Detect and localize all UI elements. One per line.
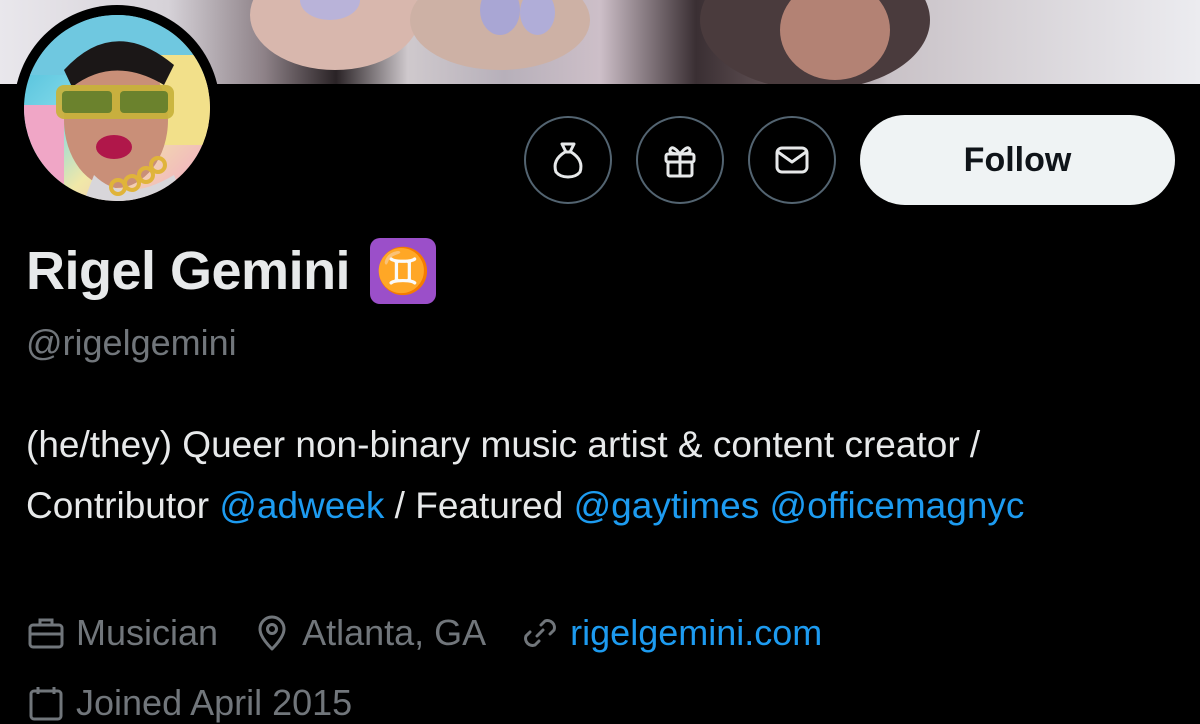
profile-handle: @rigelgemini [26,322,237,363]
name-row: Rigel Gemini ♊ [26,238,437,304]
tip-button[interactable] [524,116,612,204]
gemini-zodiac-icon: ♊ [370,238,437,304]
bio-text: / Featured [384,485,574,526]
message-button[interactable] [748,116,836,204]
gift-button[interactable] [636,116,724,204]
mention-gaytimes[interactable]: @gaytimes [574,485,760,526]
mention-officemagnyc[interactable]: @officemagnyc [770,485,1025,526]
profile-bio: (he/they) Queer non-binary music artist … [26,414,1156,536]
follow-button[interactable]: Follow [860,115,1175,205]
calendar-icon [29,687,63,721]
link-icon [524,619,557,647]
display-name: Rigel Gemini [26,241,351,301]
joined-label: Joined April 2015 [76,682,353,723]
website-item[interactable]: rigelgemini.com [520,612,822,654]
avatar[interactable] [14,5,220,211]
profile-actions [524,116,836,204]
profession-label: Musician [76,612,219,653]
briefcase-icon [28,618,64,649]
location-label: Atlanta, GA [302,612,487,653]
gift-icon [664,146,696,178]
website-link[interactable]: rigelgemini.com [570,612,822,654]
mention-adweek[interactable]: @adweek [219,485,384,526]
profession-item: Musician [26,612,218,654]
location-pin-icon [258,615,286,651]
message-icon [775,146,809,174]
profile-meta: Musician Atlanta, GA rigelgemini.com [26,612,856,654]
avatar-photo [24,15,210,201]
location-item: Atlanta, GA [252,612,486,654]
joined-date: Joined April 2015 [26,682,352,724]
money-bag-icon [553,142,583,179]
bio-text [759,485,769,526]
